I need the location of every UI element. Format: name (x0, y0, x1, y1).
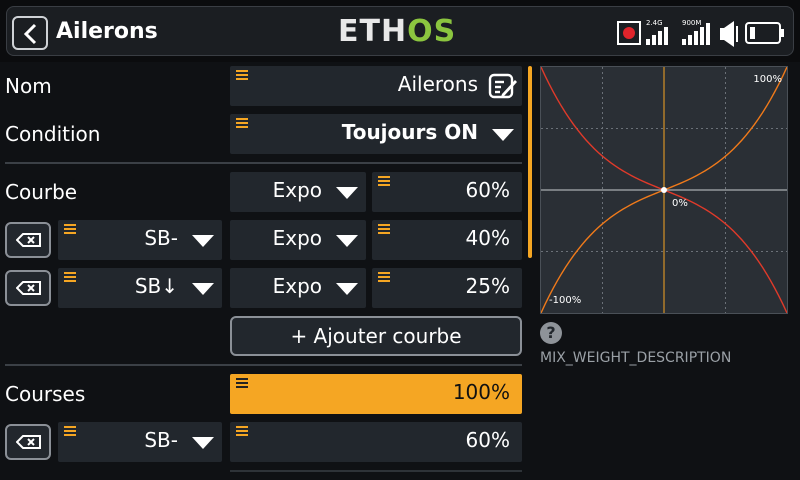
rates-weight-value: 60% (465, 428, 510, 452)
delete-button[interactable] (5, 424, 51, 460)
chevron-down-icon (492, 129, 514, 141)
name-field[interactable]: Ailerons (230, 66, 522, 106)
delete-key-icon (16, 233, 41, 247)
svg-text:2.4G: 2.4G (646, 19, 663, 27)
curve-switch-select[interactable]: SB↓ (58, 268, 222, 308)
condition-value: Toujours ON (341, 120, 478, 144)
graph-bottom-label: -100% (549, 295, 581, 306)
chevron-down-icon (336, 283, 358, 295)
rates-value-field[interactable]: 100% (230, 374, 522, 414)
signal-2-4g-icon: 2.4G (646, 19, 668, 45)
rates-weight-field[interactable]: 60% (230, 422, 522, 462)
help-icon[interactable]: ? (540, 322, 562, 344)
handle-icon (64, 272, 76, 284)
curve-value: 25% (465, 274, 510, 298)
chevron-down-icon (192, 437, 214, 449)
curve-type-value: Expo (272, 226, 322, 250)
name-label: Nom (5, 74, 52, 98)
handle-icon (64, 426, 76, 438)
delete-key-icon (16, 435, 41, 449)
curve-type-value: Expo (272, 274, 322, 298)
curve-value: 40% (465, 226, 510, 250)
back-button[interactable] (12, 16, 48, 50)
handle-icon (236, 118, 248, 130)
curve-type-select[interactable]: Expo (230, 220, 366, 260)
chevron-down-icon (192, 235, 214, 247)
scrollbar[interactable] (528, 66, 532, 258)
ethos-logo: ETHOS (338, 14, 457, 49)
delete-key-icon (16, 281, 41, 295)
page-title: Ailerons (56, 19, 158, 44)
handle-icon (378, 224, 390, 236)
delete-button[interactable] (5, 222, 51, 258)
handle-icon (378, 272, 390, 284)
help-description: MIX_WEIGHT_DESCRIPTION (540, 350, 732, 366)
curve-label: Courbe (5, 180, 78, 204)
curve-graph: 100% 0% -100% (540, 66, 788, 314)
curve-value: 60% (465, 178, 510, 202)
edit-icon (488, 73, 517, 99)
rates-value: 100% (452, 380, 510, 404)
curve-switch-select[interactable]: SB- (58, 220, 222, 260)
chevron-down-icon (336, 187, 358, 199)
handle-icon (64, 224, 76, 236)
name-value: Ailerons (397, 72, 478, 96)
condition-label: Condition (5, 122, 101, 146)
divider (230, 470, 522, 472)
handle-icon (378, 176, 390, 188)
rates-label: Courses (5, 382, 86, 406)
record-icon (617, 21, 641, 45)
curve-value-field[interactable]: 25% (372, 268, 522, 308)
rates-switch-value: SB- (144, 428, 178, 452)
chevron-left-icon (23, 23, 37, 45)
curve-switch-value: SB- (144, 226, 178, 250)
curve-type-select[interactable]: Expo (230, 172, 366, 212)
signal-900m-icon: 900M (682, 19, 710, 45)
chevron-down-icon (336, 235, 358, 247)
top-bar: Ailerons ETHOS 2.4G 900M (0, 0, 800, 62)
curve-switch-value: SB↓ (134, 274, 178, 298)
curve-value-field[interactable]: 60% (372, 172, 522, 212)
svg-text:900M: 900M (682, 19, 701, 27)
divider (5, 162, 522, 164)
delete-button[interactable] (5, 270, 51, 306)
handle-icon (236, 70, 248, 82)
add-curve-button[interactable]: + Ajouter courbe (230, 316, 522, 356)
status-icons: 2.4G 900M (617, 19, 784, 47)
handle-icon (236, 426, 248, 438)
condition-select[interactable]: Toujours ON (230, 114, 522, 154)
chevron-down-icon (192, 283, 214, 295)
curve-value-field[interactable]: 40% (372, 220, 522, 260)
curve-type-select[interactable]: Expo (230, 268, 366, 308)
handle-icon (236, 378, 248, 390)
curve-type-value: Expo (272, 178, 322, 202)
speaker-icon (720, 21, 738, 47)
rates-switch-select[interactable]: SB- (58, 422, 222, 462)
center-point (661, 187, 667, 193)
battery-icon (745, 22, 784, 44)
graph-top-label: 100% (753, 74, 782, 85)
divider (5, 364, 522, 366)
graph-center-label: 0% (672, 198, 688, 209)
